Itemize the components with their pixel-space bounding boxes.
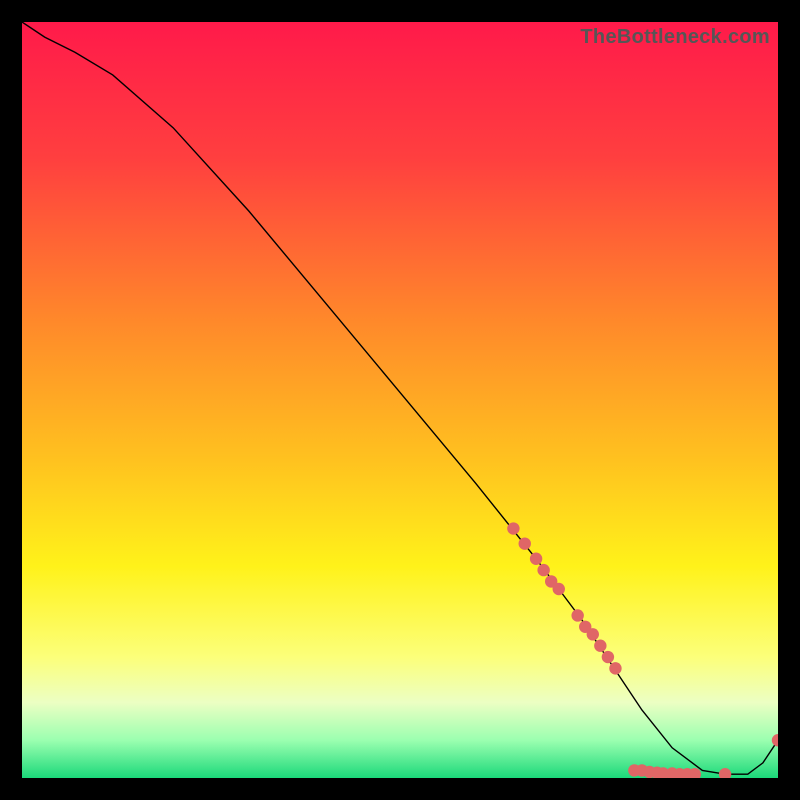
highlight-point: [571, 609, 583, 621]
highlight-point: [530, 553, 542, 565]
bottleneck-curve: [22, 22, 778, 774]
chart-container: TheBottleneck.com: [0, 0, 800, 800]
curve-layer: [22, 22, 778, 778]
highlight-point: [772, 734, 778, 746]
highlight-point: [587, 628, 599, 640]
highlight-point: [519, 537, 531, 549]
plot-area: TheBottleneck.com: [22, 22, 778, 778]
highlight-point: [594, 640, 606, 652]
highlight-point: [507, 522, 519, 534]
highlight-point: [537, 564, 549, 576]
highlight-point: [609, 662, 621, 674]
highlight-points-group: [507, 522, 778, 778]
highlight-point: [553, 583, 565, 595]
highlight-point: [602, 651, 614, 663]
highlight-point: [719, 768, 731, 778]
